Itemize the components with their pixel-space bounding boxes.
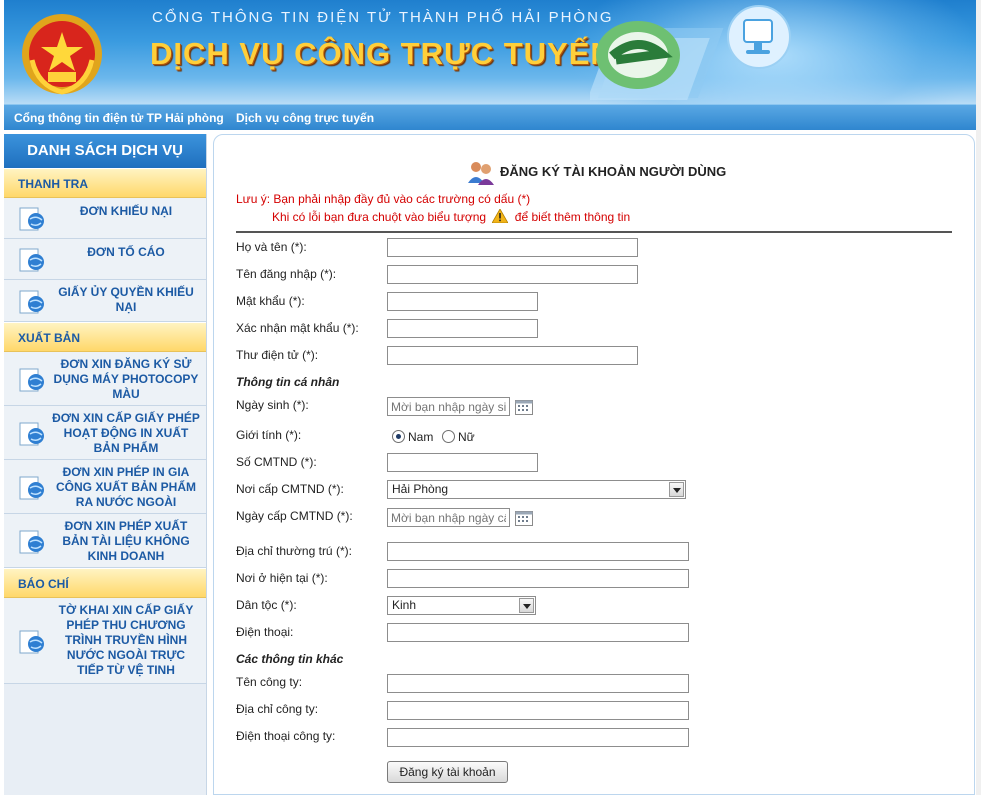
document-globe-icon <box>19 530 44 553</box>
full-name-input[interactable] <box>387 238 638 257</box>
company-phone-input[interactable] <box>387 728 689 747</box>
users-icon <box>468 162 494 185</box>
company-address-input[interactable] <box>387 701 689 720</box>
id-issue-date-label: Ngày cấp CMTND (*): <box>236 509 353 523</box>
gender-male-radio[interactable] <box>392 430 405 443</box>
category-thanh-tra: THANH TRA <box>4 168 206 198</box>
service-item-label: ĐƠN KHIẾU NẠI <box>79 204 173 218</box>
service-item-label: GIẤY ỦY QUYỀN KHIẾU NẠI <box>58 285 194 314</box>
birth-date-label: Ngày sinh (*): <box>236 398 309 412</box>
birth-date-input[interactable] <box>387 397 510 416</box>
service-item-label: ĐƠN XIN PHÉP IN GIA CÔNG XUẤT BẢN PHẨM R… <box>56 465 196 509</box>
current-address-label: Nơi ở hiện tại (*): <box>236 571 328 585</box>
service-item-in-gia-cong[interactable]: ĐƠN XIN PHÉP IN GIA CÔNG XUẤT BẢN PHẨM R… <box>4 460 206 514</box>
document-globe-icon <box>19 248 44 272</box>
service-item-hoat-dong-in[interactable]: ĐƠN XIN CẤP GIẤY PHÉP HOẠT ĐỘNG IN XUẤT … <box>4 406 206 460</box>
service-item-truyen-hinh[interactable]: TỜ KHAI XIN CẤP GIẤY PHÉP THU CHƯƠNG TRÌ… <box>4 598 206 684</box>
computer-monitor-icon <box>727 5 791 69</box>
id-issue-place-label: Nơi cấp CMTND (*): <box>236 482 344 496</box>
current-address-input[interactable] <box>387 569 689 588</box>
service-item-photocopy[interactable]: ĐƠN XIN ĐĂNG KÝ SỬ DỤNG MÁY PHOTOCOPY MÀ… <box>4 352 206 406</box>
phone-input[interactable] <box>387 623 689 642</box>
window-edge <box>976 0 981 795</box>
confirm-password-label: Xác nhận mật khẩu (*): <box>236 321 359 335</box>
error-hint: Khi có lỗi bạn đưa chuột vào biểu tượng … <box>272 209 630 224</box>
ethnicity-value: Kinh <box>392 598 417 612</box>
phone-label: Điện thoại: <box>236 625 294 639</box>
national-emblem-icon <box>22 14 102 95</box>
id-issue-place-select[interactable]: Hải Phòng <box>387 480 686 499</box>
document-globe-icon <box>19 422 44 445</box>
service-item-label: ĐƠN XIN CẤP GIẤY PHÉP HOẠT ĐỘNG IN XUẤT … <box>52 411 200 455</box>
calendar-icon[interactable] <box>515 399 533 415</box>
company-address-label: Địa chỉ công ty: <box>236 702 319 716</box>
portal-title: CỔNG THÔNG TIN ĐIỆN TỬ THÀNH PHỐ HẢI PHÒ… <box>152 9 614 26</box>
ethnicity-label: Dân tộc (*): <box>236 598 297 612</box>
service-title: DỊCH VỤ CÔNG TRỰC TUYẾN <box>150 36 614 71</box>
service-item-label: ĐƠN XIN PHÉP XUẤT BẢN TÀI LIỆU KHÔNG KIN… <box>62 519 190 563</box>
password-input[interactable] <box>387 292 538 311</box>
gender-female-radio[interactable] <box>442 430 455 443</box>
category-xuat-ban: XUẤT BẢN <box>4 322 206 352</box>
id-issue-date-input[interactable] <box>387 508 510 527</box>
full-name-label: Họ và tên (*): <box>236 240 307 254</box>
service-item-label: ĐƠN XIN ĐĂNG KÝ SỬ DỤNG MÁY PHOTOCOPY MÀ… <box>53 357 199 401</box>
confirm-password-input[interactable] <box>387 319 538 338</box>
top-nav: Cổng thông tin điện tử TP Hải phòng Dịch… <box>4 104 976 130</box>
service-item-label: ĐƠN TỐ CÁO <box>87 245 165 259</box>
ethnicity-select[interactable]: Kinh <box>387 596 536 615</box>
error-hint-text-a: Khi có lỗi bạn đưa chuột vào biểu tượng <box>272 210 487 224</box>
e-government-logo-icon <box>590 21 724 100</box>
sidebar-title: DANH SÁCH DỊCH VỤ <box>4 134 206 168</box>
nav-link-online-services[interactable]: Dịch vụ công trực tuyến <box>236 111 374 125</box>
header-banner: CỔNG THÔNG TIN ĐIỆN TỬ THÀNH PHỐ HẢI PHÒ… <box>4 0 976 104</box>
service-item-tai-lieu[interactable]: ĐƠN XIN PHÉP XUẤT BẢN TÀI LIỆU KHÔNG KIN… <box>4 514 206 568</box>
sidebar: DANH SÁCH DỊCH VỤ THANH TRA ĐƠN KHIẾU NẠ… <box>4 134 207 795</box>
service-item-to-cao[interactable]: ĐƠN TỐ CÁO <box>4 239 206 280</box>
id-issue-place-value: Hải Phòng <box>392 482 449 496</box>
permanent-address-label: Địa chỉ thường trú (*): <box>236 544 352 558</box>
registration-panel: ĐĂNG KÝ TÀI KHOẢN NGƯỜI DÙNG Lưu ý: Bạn … <box>213 134 975 795</box>
company-name-label: Tên công ty: <box>236 675 303 689</box>
error-hint-text-b: để biết thêm thông tin <box>514 210 631 224</box>
email-label: Thư điện tử (*): <box>236 348 319 362</box>
company-name-input[interactable] <box>387 674 689 693</box>
warning-icon <box>492 209 509 223</box>
service-item-giay-uy-quyen[interactable]: GIẤY ỦY QUYỀN KHIẾU NẠI <box>4 280 206 322</box>
document-globe-icon <box>19 290 44 313</box>
calendar-icon[interactable] <box>515 510 533 526</box>
nav-link-portal[interactable]: Cổng thông tin điện tử TP Hải phòng <box>14 111 224 125</box>
chevron-down-icon[interactable] <box>519 598 534 613</box>
gender-label: Giới tính (*): <box>236 428 302 442</box>
document-globe-icon <box>19 630 44 653</box>
divider <box>236 231 952 233</box>
id-number-label: Số CMTND (*): <box>236 455 317 469</box>
required-note: Lưu ý: Bạn phải nhập đầy đủ vào các trườ… <box>236 192 531 206</box>
category-bao-chi: BÁO CHÍ <box>4 568 206 598</box>
service-item-label: TỜ KHAI XIN CẤP GIẤY PHÉP THU CHƯƠNG TRÌ… <box>58 603 194 677</box>
username-label: Tên đăng nhập (*): <box>236 267 337 281</box>
id-number-input[interactable] <box>387 453 538 472</box>
chevron-down-icon[interactable] <box>669 482 684 497</box>
document-globe-icon <box>19 476 44 499</box>
gender-male-label: Nam <box>408 430 434 444</box>
email-input[interactable] <box>387 346 638 365</box>
personal-info-heading: Thông tin cá nhân <box>236 375 340 389</box>
document-globe-icon <box>19 368 44 391</box>
register-button[interactable]: Đăng ký tài khoản <box>387 761 508 783</box>
username-input[interactable] <box>387 265 638 284</box>
password-label: Mật khẩu (*): <box>236 294 305 308</box>
company-phone-label: Điện thoại công ty: <box>236 729 336 743</box>
service-item-khieu-nai[interactable]: ĐƠN KHIẾU NẠI <box>4 198 206 239</box>
gender-female-label: Nữ <box>458 430 475 444</box>
other-info-heading: Các thông tin khác <box>236 652 344 666</box>
form-title: ĐĂNG KÝ TÀI KHOẢN NGƯỜI DÙNG <box>500 164 727 179</box>
permanent-address-input[interactable] <box>387 542 689 561</box>
document-globe-icon <box>19 207 44 231</box>
